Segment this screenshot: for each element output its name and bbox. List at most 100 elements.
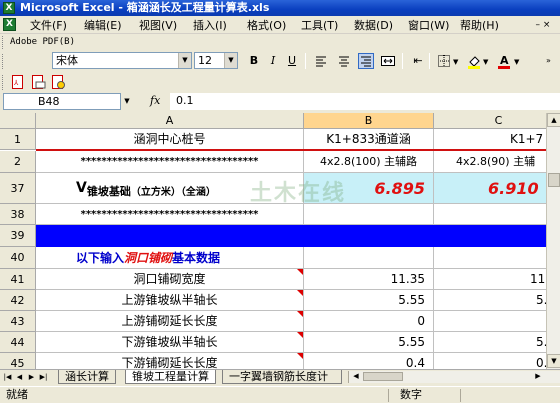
fill-color-icon[interactable] xyxy=(466,53,482,69)
cell-a1[interactable]: 涵洞中心桩号 xyxy=(36,129,304,150)
merge-center-icon[interactable] xyxy=(380,53,396,69)
row-header[interactable]: 44 xyxy=(0,332,36,353)
scroll-up-icon[interactable]: ▲ xyxy=(547,113,560,127)
name-box[interactable]: B48 xyxy=(3,93,121,110)
comment-indicator-icon[interactable] xyxy=(297,269,303,275)
comment-indicator-icon[interactable] xyxy=(297,353,303,359)
borders-icon[interactable] xyxy=(436,53,452,69)
cell-c44[interactable]: 5. xyxy=(434,332,546,353)
chevron-down-icon[interactable]: ▼ xyxy=(514,58,519,66)
cell-c45[interactable]: 0. xyxy=(434,353,546,369)
toolbar-options-icon[interactable]: » xyxy=(546,56,551,65)
toolbar-grip-icon[interactable] xyxy=(2,36,5,49)
sheet-tab-cone-slope[interactable]: 锥坡工程量计算 xyxy=(125,370,216,384)
formula-input[interactable]: 0.1 xyxy=(170,93,560,110)
cell-c40[interactable] xyxy=(434,247,546,269)
sheet-tab-culvert-length[interactable]: 涵长计算 xyxy=(58,370,116,384)
cell-a2[interactable]: ********************************** xyxy=(36,151,304,173)
cell-b44[interactable]: 5.55 xyxy=(304,332,434,353)
column-header-a[interactable]: A xyxy=(36,113,304,129)
row-header[interactable]: 45 xyxy=(0,353,36,369)
row-header[interactable]: 40 xyxy=(0,247,36,269)
cell-c2[interactable]: 4x2.8(90) 主辅 xyxy=(434,151,546,173)
bold-button[interactable]: B xyxy=(246,53,262,69)
menu-data[interactable]: 数据(D) xyxy=(354,18,393,33)
cell-a41[interactable]: 洞口铺砌宽度 xyxy=(36,269,304,290)
scroll-thumb[interactable] xyxy=(548,173,560,187)
cell-b40[interactable] xyxy=(304,247,434,269)
cell-c42[interactable]: 5. xyxy=(434,290,546,311)
cell-b43[interactable]: 0 xyxy=(304,311,434,332)
cell-a38[interactable]: ********************************** xyxy=(36,204,304,225)
row-header[interactable]: 43 xyxy=(0,311,36,332)
chevron-down-icon[interactable]: ▼ xyxy=(453,58,458,66)
chevron-down-icon[interactable]: ▼ xyxy=(121,93,133,110)
chevron-down-icon[interactable]: ▼ xyxy=(178,53,191,68)
pdf-email-icon[interactable] xyxy=(30,74,46,90)
row-header[interactable]: 2 xyxy=(0,151,36,173)
vertical-scrollbar[interactable]: ▲ ▼ xyxy=(546,113,560,369)
row-header[interactable]: 42 xyxy=(0,290,36,311)
menu-format[interactable]: 格式(O) xyxy=(247,18,286,33)
cell-a40[interactable]: 以下输入洞口铺砌基本数据 xyxy=(36,247,304,269)
row-header[interactable]: 41 xyxy=(0,269,36,290)
cell-c37[interactable]: 6.910 xyxy=(434,173,546,204)
menu-edit[interactable]: 编辑(E) xyxy=(84,18,122,33)
chevron-down-icon[interactable]: ▼ xyxy=(483,58,488,66)
align-right-icon[interactable] xyxy=(358,53,374,69)
comment-indicator-icon[interactable] xyxy=(297,290,303,296)
italic-button[interactable]: I xyxy=(265,53,281,69)
scroll-left-icon[interactable]: ◀ xyxy=(351,371,361,382)
align-left-icon[interactable] xyxy=(313,53,329,69)
comment-indicator-icon[interactable] xyxy=(297,311,303,317)
row-header[interactable]: 38 xyxy=(0,204,36,225)
decrease-indent-icon[interactable]: ⇤ xyxy=(410,53,426,69)
next-sheet-icon[interactable]: ▶ xyxy=(26,371,37,383)
horizontal-scrollbar[interactable]: ◀ ▶ xyxy=(348,371,560,383)
cell-c38[interactable] xyxy=(434,204,546,225)
cell-b38[interactable] xyxy=(304,204,434,225)
scroll-down-icon[interactable]: ▼ xyxy=(547,354,560,368)
menu-file[interactable]: 文件(F) xyxy=(30,18,67,33)
cell-a42[interactable]: 上游锥坡纵半轴长 xyxy=(36,290,304,311)
cell-c43[interactable] xyxy=(434,311,546,332)
menu-insert[interactable]: 插入(I) xyxy=(193,18,227,33)
row-header[interactable]: 39 xyxy=(0,225,36,247)
row-header[interactable]: 1 xyxy=(0,129,36,150)
column-header-c[interactable]: C xyxy=(434,113,546,129)
menu-window[interactable]: 窗口(W) xyxy=(408,18,449,33)
chevron-down-icon[interactable]: ▼ xyxy=(224,53,237,68)
select-all-corner[interactable] xyxy=(0,113,36,129)
workbook-control-icon[interactable]: X xyxy=(3,18,16,31)
worksheet-grid[interactable]: A B C 1 涵洞中心桩号 K1+833通道涵 K1+7 2 ********… xyxy=(0,113,546,369)
underline-button[interactable]: U xyxy=(284,53,300,69)
comment-indicator-icon[interactable] xyxy=(297,332,303,338)
adobe-pdf-menu[interactable]: Adobe PDF(B) xyxy=(10,37,75,47)
align-center-icon[interactable] xyxy=(336,53,352,69)
font-name-select[interactable]: 宋体 ▼ xyxy=(52,52,192,69)
cell-b2[interactable]: 4x2.8(100) 主辅路 xyxy=(304,151,434,173)
pdf-review-icon[interactable] xyxy=(50,74,66,90)
function-icon[interactable]: fx xyxy=(150,94,160,107)
cell-b45[interactable]: 0.4 xyxy=(304,353,434,369)
blue-separator-row[interactable] xyxy=(36,225,546,247)
cell-a43[interactable]: 上游铺砌延长长度 xyxy=(36,311,304,332)
convert-to-pdf-icon[interactable]: ⅄ xyxy=(10,74,26,90)
cell-a45[interactable]: 下游铺砌延长长度 xyxy=(36,353,304,369)
menu-tools[interactable]: 工具(T) xyxy=(301,18,338,33)
sheet-tab-wing-wall-rebar[interactable]: 一字翼墙钢筋长度计 xyxy=(222,370,342,384)
first-sheet-icon[interactable]: |◀ xyxy=(2,371,13,383)
menu-view[interactable]: 视图(V) xyxy=(139,18,177,33)
cell-b41[interactable]: 11.35 xyxy=(304,269,434,290)
cell-a44[interactable]: 下游锥坡纵半轴长 xyxy=(36,332,304,353)
prev-sheet-icon[interactable]: ◀ xyxy=(14,371,25,383)
window-controls[interactable]: – × xyxy=(528,18,558,32)
menu-help[interactable]: 帮助(H) xyxy=(460,18,499,33)
row-header[interactable]: 37 xyxy=(0,173,36,204)
cell-c1[interactable]: K1+7 xyxy=(434,129,546,150)
toolbar-grip-icon[interactable] xyxy=(2,54,5,69)
cell-c41[interactable]: 11. xyxy=(434,269,546,290)
cell-b1[interactable]: K1+833通道涵 xyxy=(304,129,434,150)
scroll-thumb[interactable] xyxy=(363,372,403,381)
cell-b42[interactable]: 5.55 xyxy=(304,290,434,311)
